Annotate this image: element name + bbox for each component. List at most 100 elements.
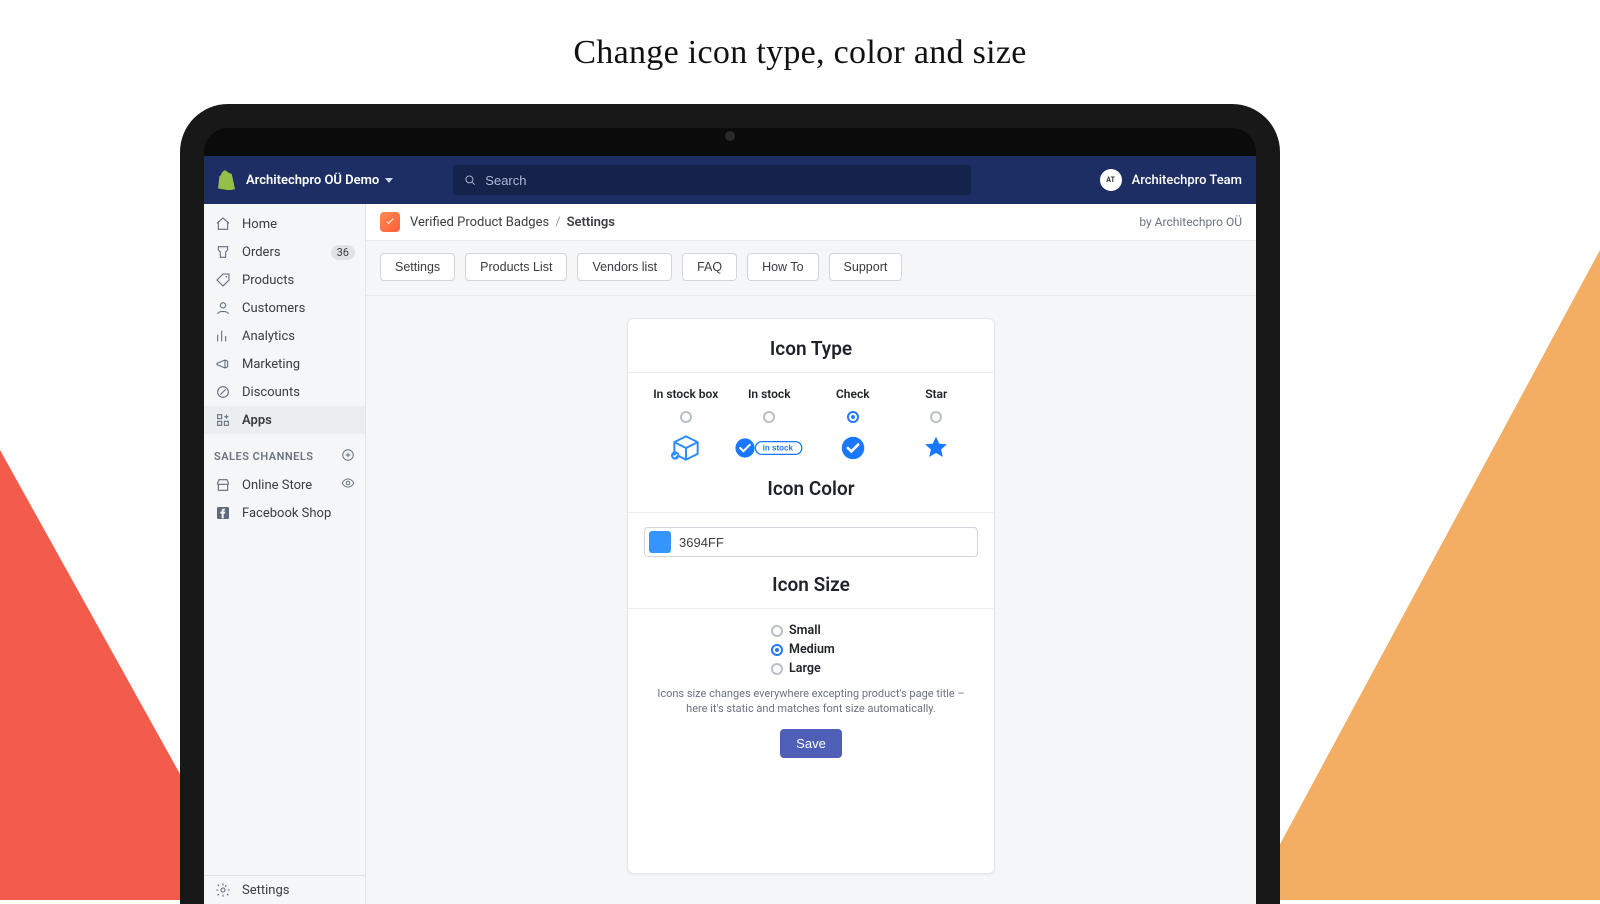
gear-icon xyxy=(214,881,232,899)
tab-vendors-list[interactable]: Vendors list xyxy=(577,253,672,281)
icon-type-label: In stock xyxy=(748,387,791,401)
team-name[interactable]: Architechpro Team xyxy=(1132,173,1242,188)
sidebar-item-label: Orders xyxy=(242,245,281,260)
tab-settings[interactable]: Settings xyxy=(380,253,455,281)
user-icon xyxy=(214,299,232,317)
icon-color-field[interactable] xyxy=(644,527,978,557)
star-icon xyxy=(916,433,956,463)
radio-check[interactable] xyxy=(847,411,859,423)
facebook-icon xyxy=(214,504,232,522)
sidebar-item-label: Facebook Shop xyxy=(242,506,331,521)
size-option-label: Medium xyxy=(789,642,835,657)
search-icon xyxy=(463,173,477,187)
icon-type-label: Check xyxy=(836,387,870,401)
size-hint: Icons size changes everywhere excepting … xyxy=(648,686,974,717)
chevron-down-icon xyxy=(385,178,393,183)
orders-icon xyxy=(214,243,232,261)
bg-triangle-orange xyxy=(1250,250,1600,900)
search-field[interactable] xyxy=(453,165,971,195)
box-icon xyxy=(666,433,706,463)
radio-in-stock-box[interactable] xyxy=(680,411,692,423)
sidebar-item-home[interactable]: Home xyxy=(204,210,365,238)
app-screen: Architechpro OÜ Demo AT Architechpro Tea… xyxy=(204,156,1256,904)
sidebar-item-label: Home xyxy=(242,217,277,232)
sidebar-item-products[interactable]: Products xyxy=(204,266,365,294)
team-avatar[interactable]: AT xyxy=(1100,169,1122,191)
sidebar-item-facebook-shop[interactable]: Facebook Shop xyxy=(204,499,365,527)
breadcrumb: Verified Product Badges / Settings by Ar… xyxy=(366,204,1256,241)
size-option-small[interactable]: Small xyxy=(771,623,851,638)
sidebar-item-orders[interactable]: Orders 36 xyxy=(204,238,365,266)
color-hex-input[interactable] xyxy=(671,535,977,550)
shopify-logo-icon xyxy=(218,170,236,190)
icon-color-heading: Icon Color xyxy=(644,477,978,500)
sidebar-item-analytics[interactable]: Analytics xyxy=(204,322,365,350)
size-option-medium[interactable]: Medium xyxy=(771,642,851,657)
icon-type-heading: Icon Type xyxy=(644,337,978,360)
page-headline: Change icon type, color and size xyxy=(0,34,1600,72)
size-option-label: Large xyxy=(789,661,821,676)
icon-size-options: Small Medium Large xyxy=(644,623,978,676)
icon-type-in-stock[interactable]: In stock in stock xyxy=(728,387,812,463)
tag-icon xyxy=(214,271,232,289)
sidebar-item-discounts[interactable]: Discounts xyxy=(204,378,365,406)
sidebar-item-marketing[interactable]: Marketing xyxy=(204,350,365,378)
orders-badge: 36 xyxy=(331,245,355,260)
topbar: Architechpro OÜ Demo AT Architechpro Tea… xyxy=(204,156,1256,204)
breadcrumb-current: Settings xyxy=(567,215,615,230)
icon-type-in-stock-box[interactable]: In stock box xyxy=(644,387,728,463)
divider xyxy=(628,608,994,609)
save-button[interactable]: Save xyxy=(780,729,842,758)
divider xyxy=(628,372,994,373)
sidebar-item-label: Discounts xyxy=(242,385,300,400)
radio-large[interactable] xyxy=(771,663,783,675)
home-icon xyxy=(214,215,232,233)
sidebar-item-label: Marketing xyxy=(242,357,300,372)
sidebar-item-label: Apps xyxy=(242,413,272,428)
breadcrumb-app[interactable]: Verified Product Badges xyxy=(410,215,549,230)
color-swatch[interactable] xyxy=(649,531,671,553)
in-stock-badge-icon: in stock xyxy=(733,433,805,463)
visibility-icon[interactable] xyxy=(341,476,355,494)
radio-small[interactable] xyxy=(771,625,783,637)
sidebar-item-customers[interactable]: Customers xyxy=(204,294,365,322)
sidebar-item-label: Online Store xyxy=(242,478,312,493)
megaphone-icon xyxy=(214,355,232,373)
tabs-row: Settings Products List Vendors list FAQ … xyxy=(366,241,1256,296)
radio-star[interactable] xyxy=(930,411,942,423)
divider xyxy=(628,512,994,513)
tab-faq[interactable]: FAQ xyxy=(682,253,737,281)
settings-card: Icon Type In stock box In xyxy=(627,318,995,874)
sidebar-item-label: Products xyxy=(242,273,294,288)
laptop-camera xyxy=(725,131,735,141)
sidebar-item-label: Customers xyxy=(242,301,305,316)
store-switcher[interactable]: Architechpro OÜ Demo xyxy=(246,173,379,188)
icon-type-check[interactable]: Check xyxy=(811,387,895,463)
laptop-frame: Architechpro OÜ Demo AT Architechpro Tea… xyxy=(180,104,1280,904)
icon-size-heading: Icon Size xyxy=(644,573,978,596)
radio-medium[interactable] xyxy=(771,644,783,656)
apps-icon xyxy=(214,411,232,429)
analytics-icon xyxy=(214,327,232,345)
icon-type-label: In stock box xyxy=(653,387,718,401)
icon-type-label: Star xyxy=(925,387,947,401)
tab-how-to[interactable]: How To xyxy=(747,253,818,281)
store-icon xyxy=(214,476,232,494)
add-channel-icon[interactable] xyxy=(341,448,355,465)
radio-in-stock[interactable] xyxy=(763,411,775,423)
sidebar-item-label: Analytics xyxy=(242,329,295,344)
tab-products-list[interactable]: Products List xyxy=(465,253,567,281)
sidebar-item-label: Settings xyxy=(242,883,289,898)
icon-type-star[interactable]: Star xyxy=(895,387,979,463)
tab-support[interactable]: Support xyxy=(829,253,903,281)
search-input[interactable] xyxy=(485,173,961,188)
app-logo-icon xyxy=(380,212,400,232)
size-option-large[interactable]: Large xyxy=(771,661,851,676)
content-area: Verified Product Badges / Settings by Ar… xyxy=(366,204,1256,904)
icon-type-options: In stock box In stock xyxy=(644,387,978,463)
discount-icon xyxy=(214,383,232,401)
sidebar-item-online-store[interactable]: Online Store xyxy=(204,471,365,499)
sidebar-item-apps[interactable]: Apps xyxy=(204,406,365,434)
breadcrumb-sep: / xyxy=(555,215,560,230)
size-option-label: Small xyxy=(789,623,821,638)
